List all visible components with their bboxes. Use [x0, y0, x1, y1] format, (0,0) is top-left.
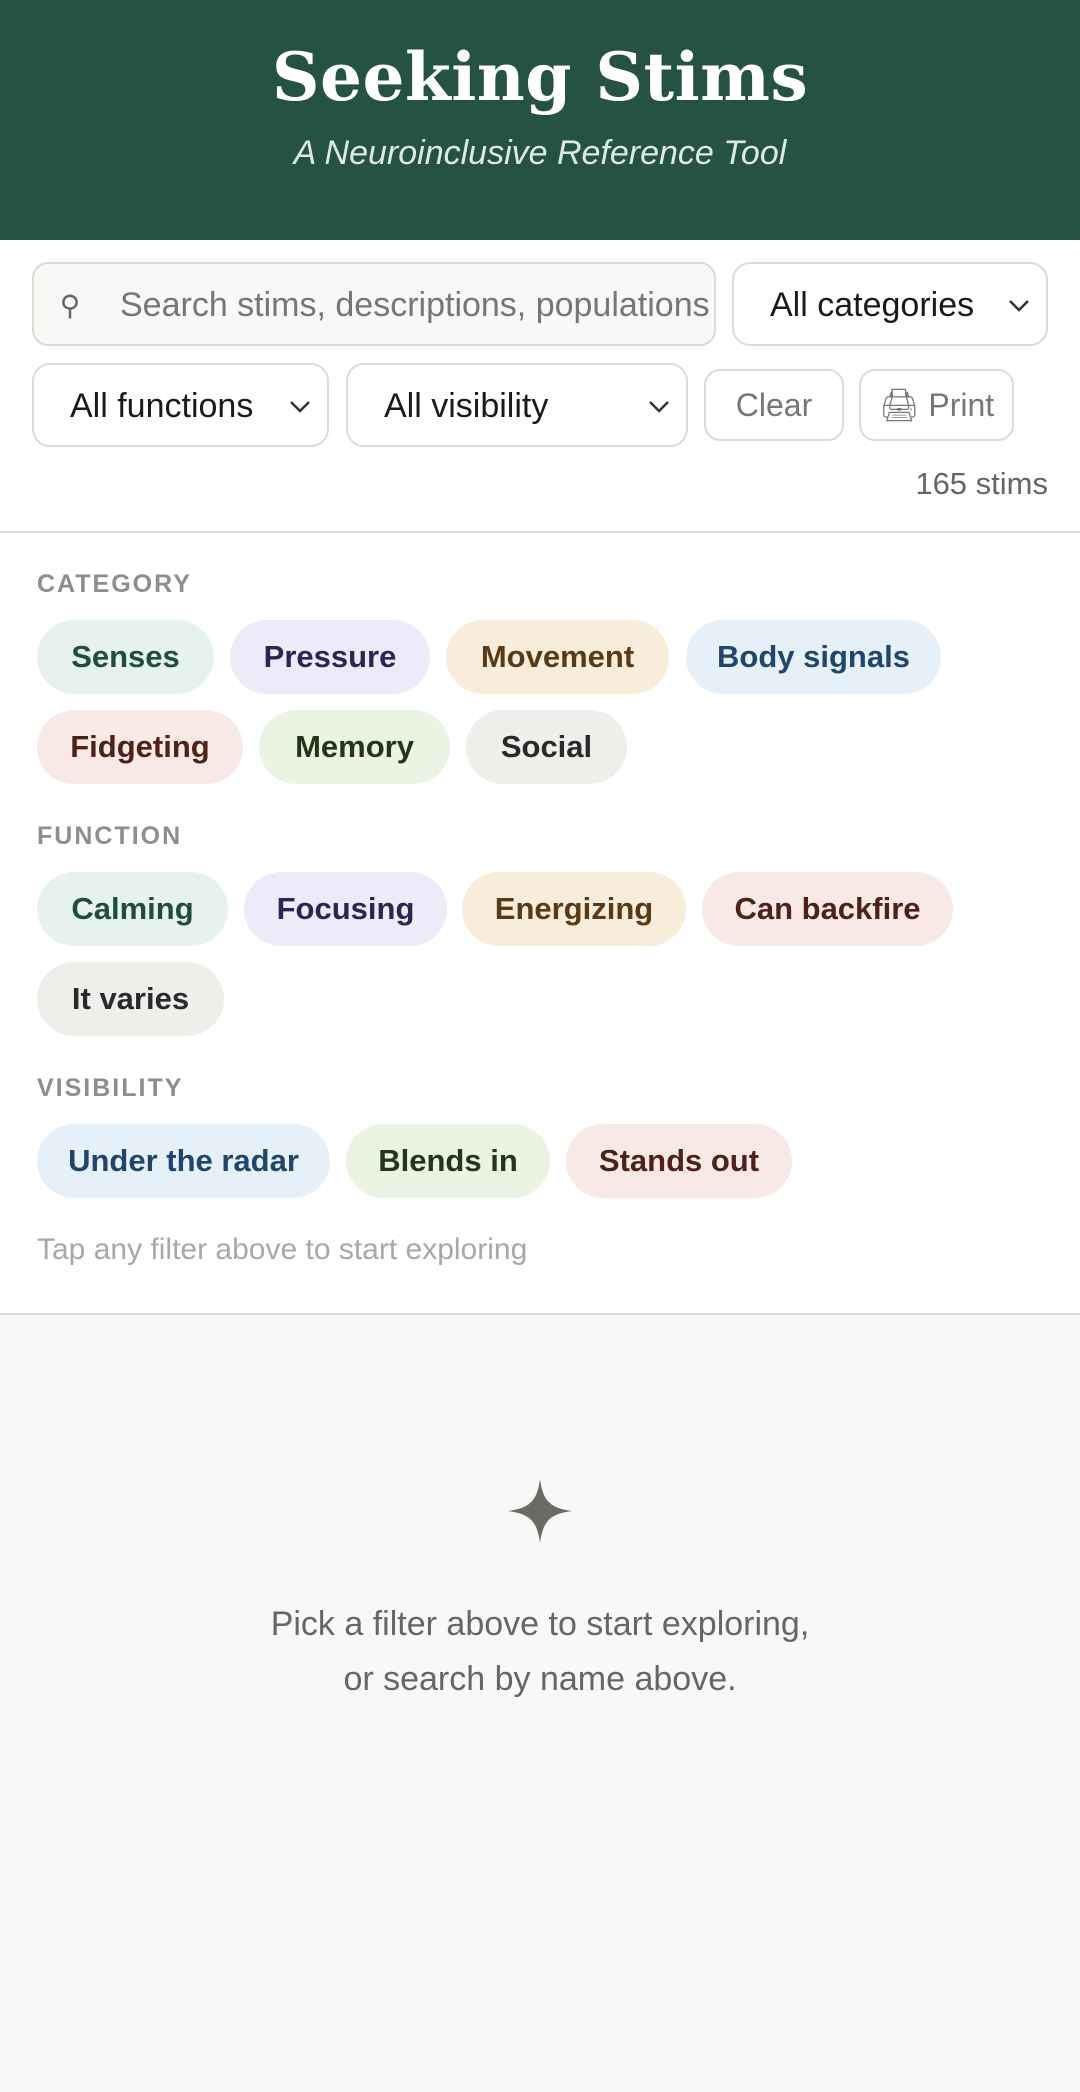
empty-state-message: Pick a filter above to start exploring, … — [0, 1597, 1080, 1707]
chip-calming[interactable]: Calming — [37, 872, 228, 946]
clear-button[interactable]: Clear — [704, 369, 844, 441]
empty-state-line-2: or search by name above. — [343, 1660, 737, 1698]
chevron-down-icon — [649, 401, 669, 413]
chip-stands-out[interactable]: Stands out — [566, 1124, 792, 1198]
controls-bar: ⚲ All categories All functions All visib… — [0, 240, 1080, 533]
app-header: Seeking Stims A Neuroinclusive Reference… — [0, 0, 1080, 240]
chip-under-the-radar[interactable]: Under the radar — [37, 1124, 330, 1198]
category-section-label: CATEGORY — [37, 570, 192, 598]
visibility-section-label: VISIBILITY — [37, 1074, 184, 1102]
chip-energizing[interactable]: Energizing — [462, 872, 686, 946]
chevron-down-icon — [290, 401, 310, 413]
visibility-select[interactable]: All visibility — [346, 363, 688, 447]
app-subtitle: A Neuroinclusive Reference Tool — [293, 134, 787, 172]
category-select-value: All categories — [770, 286, 975, 324]
chip-senses[interactable]: Senses — [37, 620, 214, 694]
search-input[interactable] — [120, 278, 710, 332]
chip-memory[interactable]: Memory — [259, 710, 450, 784]
category-select[interactable]: All categories — [732, 262, 1048, 346]
app-title: Seeking Stims — [271, 38, 809, 116]
print-button[interactable]: 🖨 Print — [859, 369, 1014, 441]
chip-blends-in[interactable]: Blends in — [346, 1124, 550, 1198]
chip-pressure[interactable]: Pressure — [230, 620, 430, 694]
chip-movement[interactable]: Movement — [446, 620, 669, 694]
chip-body-signals[interactable]: Body signals — [686, 620, 941, 694]
filter-panel: CATEGORY Senses Pressure Movement Body s… — [0, 533, 1080, 1315]
visibility-select-value: All visibility — [384, 387, 549, 425]
function-select-value: All functions — [70, 387, 254, 425]
sparkle-icon — [508, 1479, 572, 1543]
search-icon: ⚲ — [59, 290, 81, 321]
function-select[interactable]: All functions — [32, 363, 329, 447]
result-count: 165 stims — [915, 466, 1048, 501]
chip-focusing[interactable]: Focusing — [244, 872, 447, 946]
filter-hint: Tap any filter above to start exploring — [37, 1233, 528, 1266]
empty-state-line-1: Pick a filter above to start exploring, — [270, 1605, 810, 1643]
chip-social[interactable]: Social — [466, 710, 627, 784]
function-section-label: FUNCTION — [37, 822, 183, 850]
chevron-down-icon — [1009, 300, 1029, 312]
chip-fidgeting[interactable]: Fidgeting — [37, 710, 243, 784]
chip-can-backfire[interactable]: Can backfire — [702, 872, 953, 946]
chip-it-varies[interactable]: It varies — [37, 962, 224, 1036]
search-box[interactable]: ⚲ — [32, 262, 716, 346]
empty-state: Pick a filter above to start exploring, … — [0, 1315, 1080, 2092]
